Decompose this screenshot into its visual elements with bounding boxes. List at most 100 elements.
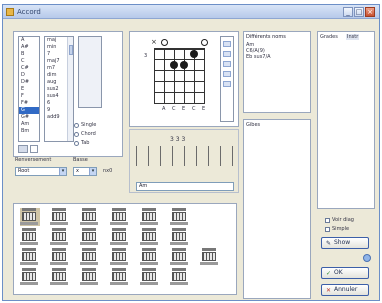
chord-thumbnail[interactable] — [170, 268, 190, 286]
list-item[interactable]: G — [19, 107, 39, 114]
chord-thumbnail[interactable] — [80, 268, 100, 286]
dropdown-arrow-icon[interactable]: ▾ — [59, 168, 66, 175]
fretboard[interactable]: × 3 A C E C E — [144, 38, 214, 118]
chord-thumbnail[interactable] — [50, 208, 70, 226]
radio-dot — [74, 122, 79, 128]
chord-thumbnail[interactable] — [20, 208, 40, 226]
list-item[interactable]: D — [19, 72, 39, 79]
chord-thumbnail[interactable] — [80, 248, 100, 266]
thumbnail-base — [50, 242, 68, 245]
list-item[interactable]: C# — [19, 65, 39, 72]
thumbnail-grid — [22, 252, 36, 261]
thumbnail-cap — [112, 228, 126, 231]
list-item[interactable]: Bm — [19, 128, 39, 135]
name-item-3[interactable]: Eb sus7/A — [246, 54, 271, 60]
finger-dot[interactable] — [180, 60, 188, 69]
list-item[interactable]: F — [19, 93, 39, 100]
radio-single[interactable]: Single — [74, 122, 96, 128]
bass-select[interactable]: x ▾ — [73, 167, 97, 176]
chord-thumbnail[interactable] — [200, 248, 220, 266]
type-list-scrollbar[interactable] — [67, 37, 73, 141]
fret-option[interactable] — [223, 71, 231, 77]
list-item[interactable]: A — [19, 37, 39, 44]
list-item[interactable]: A# — [19, 44, 39, 51]
chord-thumbnail[interactable] — [50, 228, 70, 246]
minimize-button[interactable]: _ — [343, 7, 353, 17]
list-item[interactable]: F# — [19, 100, 39, 107]
thumbnail-cap — [202, 248, 216, 251]
chord-thumbnail[interactable] — [80, 228, 100, 246]
list-item[interactable]: E — [19, 86, 39, 93]
muted-string-marker[interactable]: × — [151, 39, 157, 46]
checkbox-simple[interactable]: Simple — [325, 226, 349, 232]
thumbnail-grid — [172, 272, 186, 281]
dropdown-arrow-icon[interactable]: ▾ — [89, 168, 96, 175]
radio-chord[interactable]: Chord — [74, 131, 96, 137]
chord-thumbnail[interactable] — [110, 228, 130, 246]
thumbnail-base — [140, 222, 158, 225]
maximize-button[interactable]: □ — [354, 7, 364, 17]
list-item[interactable]: G# — [19, 114, 39, 121]
finger-dot[interactable] — [190, 49, 198, 58]
fret-option[interactable] — [223, 61, 231, 67]
title-bar[interactable]: Accord _ □ × — [3, 5, 379, 19]
chord-thumbnail[interactable] — [140, 208, 160, 226]
fret-option[interactable] — [223, 81, 231, 87]
thumbnail-grid — [82, 212, 96, 221]
thumbnail-cap — [82, 228, 96, 231]
chord-thumbnail[interactable] — [140, 248, 160, 266]
list-item[interactable]: D# — [19, 79, 39, 86]
cancel-button[interactable]: ✕ Annuler — [321, 284, 369, 296]
thumbnail-base — [170, 282, 188, 285]
chord-thumbnail[interactable] — [20, 228, 40, 246]
thumbnail-base — [110, 222, 128, 225]
chord-name-field[interactable]: Am — [136, 182, 234, 191]
scrollbar-thumb[interactable] — [69, 45, 73, 55]
open-string-marker[interactable] — [161, 39, 168, 46]
show-button[interactable]: ✎ Show — [321, 237, 369, 249]
chord-thumbnail[interactable] — [50, 248, 70, 266]
list-item[interactable] — [79, 44, 101, 51]
chord-thumbnail[interactable] — [20, 268, 40, 286]
chord-thumbnail[interactable] — [20, 248, 40, 266]
fret-option[interactable] — [223, 41, 231, 47]
fret-option[interactable] — [223, 51, 231, 57]
list-item[interactable]: B — [19, 51, 39, 58]
inversion-select[interactable]: Root ▾ — [15, 167, 67, 176]
chord-type-list[interactable]: maj min 7 maj7 m7 dim aug sus2 sus4 6 9 add9 — [44, 36, 74, 142]
checkbox-voir-diag[interactable]: Voir diag — [325, 217, 354, 223]
list-item[interactable]: Am — [19, 121, 39, 128]
radio-tab[interactable]: Tab — [74, 140, 89, 146]
chord-thumbnail[interactable] — [50, 268, 70, 286]
thumbnail-cap — [82, 248, 96, 251]
grades-title: Grades — [320, 34, 338, 40]
chord-thumbnail[interactable] — [170, 208, 190, 226]
small-toggle-button[interactable] — [18, 145, 28, 153]
list-item[interactable]: C — [19, 58, 39, 65]
finger-dot[interactable] — [170, 60, 178, 69]
list-item[interactable] — [79, 58, 101, 65]
chord-thumbnail[interactable] — [140, 228, 160, 246]
chord-thumbnail[interactable] — [170, 228, 190, 246]
chord-thumbnail[interactable] — [80, 208, 100, 226]
help-icon[interactable] — [363, 254, 371, 262]
small-toggle-button-2[interactable] — [30, 145, 38, 153]
chord-thumbnail[interactable] — [110, 268, 130, 286]
chord-thumbnail[interactable] — [110, 248, 130, 266]
ok-label: OK — [334, 269, 343, 276]
list-item[interactable] — [79, 37, 101, 44]
chord-thumbnail[interactable] — [110, 208, 130, 226]
show-label: Show — [334, 239, 351, 246]
list-item[interactable] — [79, 65, 101, 72]
close-button[interactable]: × — [365, 7, 375, 17]
chord-thumbnail[interactable] — [140, 268, 160, 286]
cross-icon: ✕ — [325, 286, 332, 294]
list-item[interactable] — [79, 51, 101, 58]
chord-thumbnail[interactable] — [170, 248, 190, 266]
ok-button[interactable]: ✓ OK — [321, 267, 369, 279]
open-string-marker[interactable] — [201, 39, 208, 46]
root-note-list[interactable]: A A# B C C# D D# E F F# G G# Am Bm — [18, 36, 40, 142]
variant-list[interactable] — [78, 36, 102, 108]
fret-position-list[interactable] — [220, 36, 234, 122]
radio-dot — [74, 140, 79, 146]
